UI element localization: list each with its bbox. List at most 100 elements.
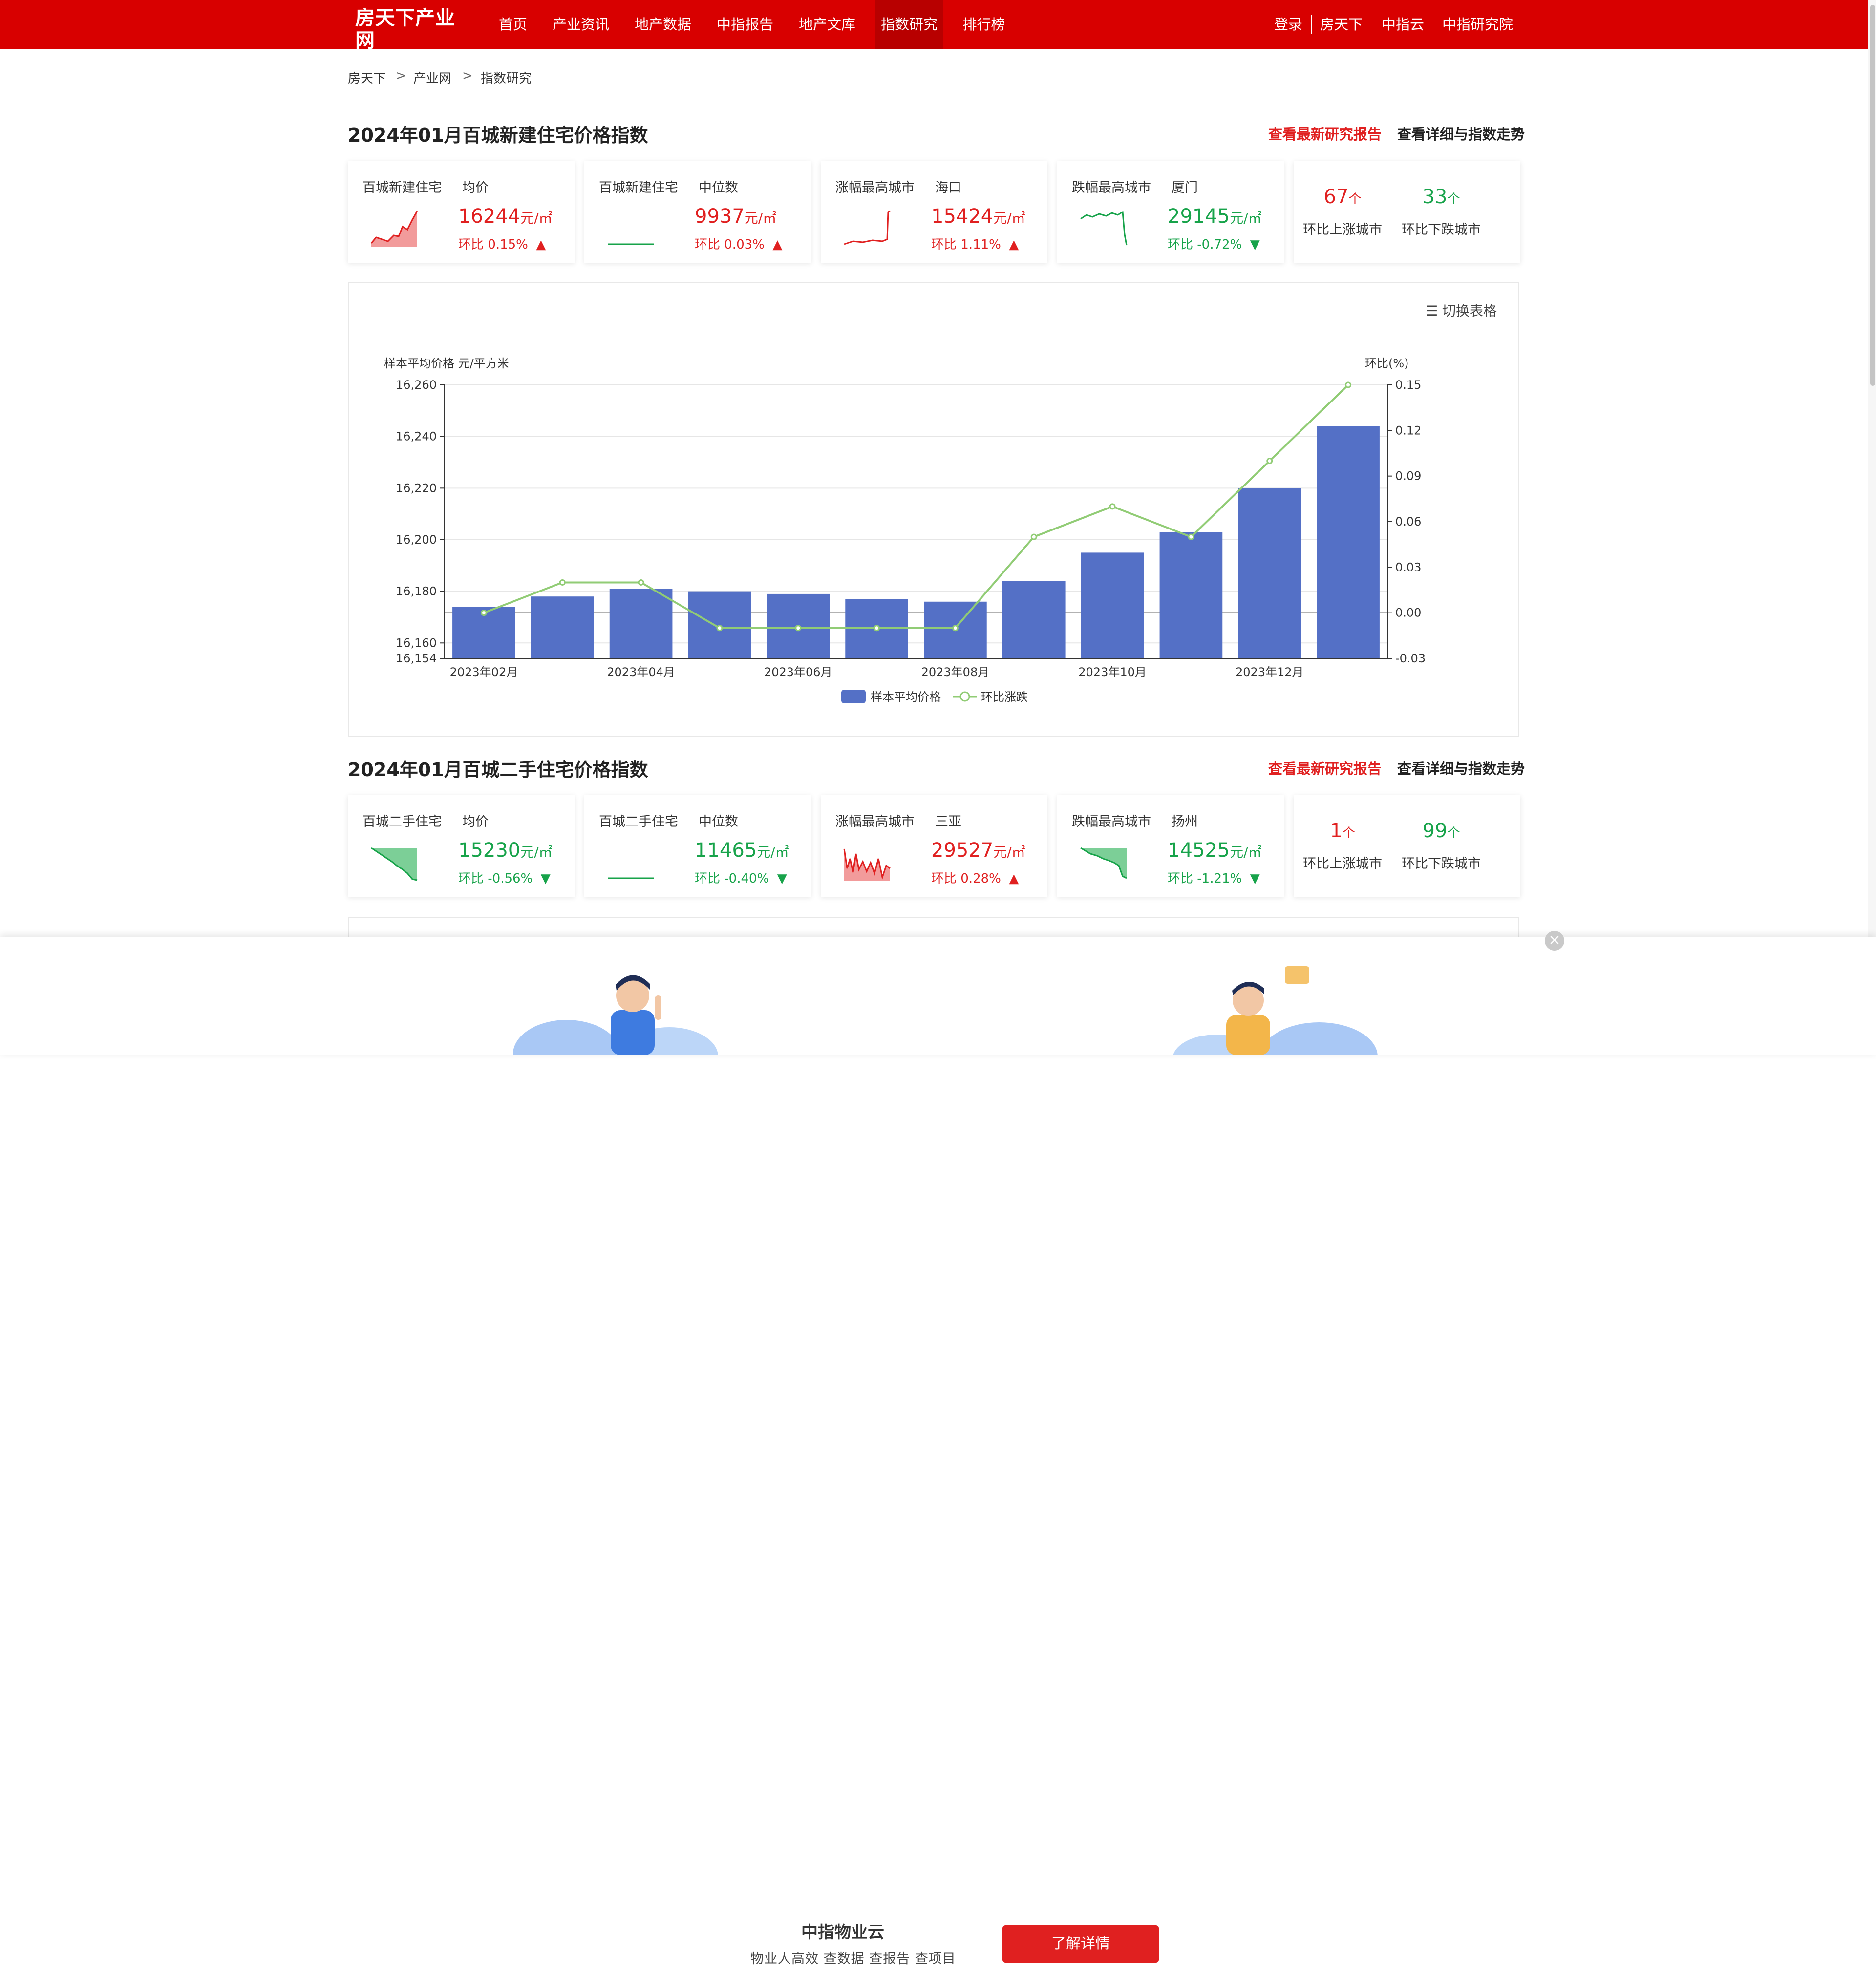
card-value: 9937元/㎡	[695, 205, 776, 228]
sparkline-chart	[608, 243, 654, 245]
card-value-number: 16244	[458, 205, 521, 228]
breadcrumb-home[interactable]: 房天下	[348, 68, 386, 86]
card-category: 百城二手住宅	[362, 814, 442, 829]
scrollbar-thumb[interactable]	[1870, 5, 1875, 386]
stat-card-avg-price[interactable]: 百城二手住宅 均价 15230元/㎡ 环比 -0.56% ▼	[348, 795, 575, 897]
card-metric: 均价	[462, 814, 489, 829]
card-value: 15230元/㎡	[458, 839, 553, 862]
stat-card-top-rise-city[interactable]: 涨幅最高城市 三亚 29527元/㎡ 环比 0.28% ▲	[821, 795, 1047, 897]
nav-home[interactable]: 首页	[489, 0, 537, 49]
breadcrumb-separator: >	[462, 68, 473, 83]
card-value-unit: 元/㎡	[520, 210, 553, 226]
card-value: 29527元/㎡	[931, 839, 1025, 862]
nav-zhizhi-cloud[interactable]: 中指云	[1382, 0, 1424, 49]
card-change: 环比 -0.40% ▼	[695, 868, 787, 887]
stat-card-top-rise-city[interactable]: 涨幅最高城市 海口 15424元/㎡ 环比 1.11% ▲	[821, 161, 1047, 263]
nav-library[interactable]: 地产文库	[791, 0, 863, 49]
arrow-down-icon: ▼	[1250, 871, 1260, 886]
stat-card-median-price[interactable]: 百城新建住宅 中位数 9937元/㎡ 环比 0.03% ▲	[584, 161, 811, 263]
sparkline-chart	[371, 847, 418, 881]
sparkline-chart	[608, 877, 654, 879]
person-illustration-left	[513, 975, 718, 1055]
arrow-up-icon: ▲	[536, 237, 546, 252]
card-category: 百城二手住宅	[599, 814, 678, 829]
card-value: 14525元/㎡	[1168, 839, 1262, 862]
card-city: 扬州	[1172, 814, 1198, 829]
sparkline-chart	[1080, 847, 1127, 879]
promo-banner: 中指物业云 物业人高效 查数据 查报告 查项目 了解详情	[0, 937, 1876, 1967]
card-change: 环比 0.28% ▲	[931, 868, 1019, 887]
nav-divider	[1311, 15, 1312, 34]
card-value: 11465元/㎡	[695, 839, 789, 862]
arrow-up-icon: ▲	[1009, 237, 1019, 252]
site-logo[interactable]: 房天下产业网 Fdc.Fang.com	[355, 7, 472, 64]
card-value-number: 29527	[931, 839, 994, 862]
card-change-text: 环比 1.11%	[931, 237, 1001, 252]
sparkline-chart	[843, 848, 891, 881]
nav-property-data[interactable]: 地产数据	[627, 0, 699, 49]
card-change-text: 环比 -0.40%	[695, 871, 769, 886]
toggle-table-button[interactable]: ☰ 切换表格	[1426, 300, 1497, 320]
stat-card-median-price[interactable]: 百城二手住宅 中位数 11465元/㎡ 环比 -0.40% ▼	[584, 795, 811, 897]
fall-count-unit: 个	[1447, 826, 1460, 841]
card-value-unit: 元/㎡	[520, 844, 553, 860]
card-change: 环比 -0.56% ▼	[458, 868, 551, 887]
card-value: 16244元/㎡	[458, 205, 553, 228]
nav-rankings[interactable]: 排行榜	[954, 0, 1014, 49]
rise-count: 1个	[1303, 820, 1382, 842]
arrow-down-icon: ▼	[777, 871, 787, 886]
card-value-unit: 元/㎡	[1230, 844, 1262, 860]
card-metric: 中位数	[699, 180, 738, 195]
stat-card-top-fall-city[interactable]: 跌幅最高城市 扬州 14525元/㎡ 环比 -1.21% ▼	[1057, 795, 1284, 897]
sparkline-chart	[844, 210, 891, 245]
arrow-up-icon: ▲	[772, 237, 783, 252]
detail-trend-link[interactable]: 查看详细与指数走势	[1397, 123, 1525, 144]
card-change-text: 环比 -1.21%	[1168, 871, 1242, 886]
card-change-text: 环比 0.28%	[931, 871, 1001, 886]
card-category: 跌幅最高城市	[1072, 814, 1151, 829]
sparkline-chart	[370, 211, 418, 247]
person-illustration-right	[1173, 966, 1378, 1055]
arrow-up-icon: ▲	[1009, 871, 1019, 886]
breadcrumb-industry[interactable]: 产业网	[413, 68, 451, 86]
detail-trend-link[interactable]: 查看详细与指数走势	[1397, 758, 1525, 778]
sparkline-chart	[1080, 211, 1128, 246]
latest-report-link[interactable]: 查看最新研究报告	[1268, 123, 1382, 144]
nav-index-research[interactable]: 指数研究	[875, 0, 943, 49]
card-metric: 均价	[462, 180, 489, 195]
nav-reports[interactable]: 中指报告	[709, 0, 781, 49]
card-change: 环比 0.15% ▲	[458, 234, 546, 253]
nav-fang[interactable]: 房天下	[1320, 0, 1363, 49]
card-change-text: 环比 0.03%	[695, 237, 765, 252]
rise-count-label: 环比上涨城市	[1303, 856, 1382, 871]
fall-count-label: 环比下跌城市	[1402, 856, 1481, 871]
card-city: 厦门	[1172, 180, 1198, 195]
nav-research-institute[interactable]: 中指研究院	[1442, 0, 1513, 49]
nav-industry-news[interactable]: 产业资讯	[545, 0, 617, 49]
learn-more-button[interactable]: 了解详情	[1002, 1925, 1159, 1963]
fall-count-unit: 个	[1447, 192, 1460, 207]
stat-card-avg-price[interactable]: 百城新建住宅 均价 16244元/㎡ 环比 0.15% ▲	[348, 161, 575, 263]
fall-count-value: 99	[1422, 820, 1448, 842]
arrow-down-icon: ▼	[1250, 237, 1260, 252]
card-change: 环比 1.11% ▲	[931, 234, 1019, 253]
section-title-new-homes: 2024年01月百城新建住宅价格指数	[348, 125, 648, 146]
toggle-table-label: 切换表格	[1442, 303, 1497, 319]
card-value-unit: 元/㎡	[1230, 210, 1262, 226]
stat-card-top-fall-city[interactable]: 跌幅最高城市 厦门 29145元/㎡ 环比 -0.72% ▼	[1057, 161, 1284, 263]
card-change: 环比 -1.21% ▼	[1168, 868, 1260, 887]
latest-report-link[interactable]: 查看最新研究报告	[1268, 758, 1382, 778]
card-value-unit: 元/㎡	[744, 210, 777, 226]
nav-login[interactable]: 登录	[1274, 0, 1302, 49]
section-title-resale-homes: 2024年01月百城二手住宅价格指数	[348, 759, 648, 781]
rise-count: 67个	[1303, 186, 1382, 208]
rise-count-value: 1	[1330, 820, 1343, 842]
logo-subtitle: Fdc.Fang.com	[371, 52, 451, 64]
top-navbar: 房天下产业网 Fdc.Fang.com 首页 产业资讯 地产数据 中指报告 地产…	[0, 0, 1876, 64]
fall-count: 99个	[1402, 820, 1480, 842]
logo-title: 房天下产业网	[355, 7, 455, 52]
stat-card-city-counts: 67个 33个 环比上涨城市 环比下跌城市	[1294, 161, 1520, 263]
arrow-down-icon: ▼	[540, 871, 551, 886]
close-icon[interactable]: ×	[1545, 931, 1564, 951]
card-change: 环比 -0.72% ▼	[1168, 234, 1260, 253]
